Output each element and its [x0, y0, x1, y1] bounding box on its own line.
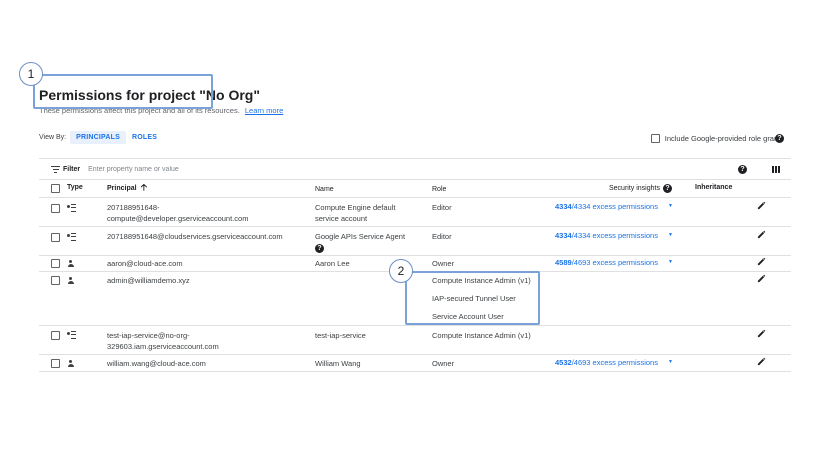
row-checkbox[interactable] — [51, 233, 60, 242]
table-row: 207188951648@cloudservices.gserviceaccou… — [39, 227, 791, 256]
principal-line: 329603.iam.gserviceaccount.com — [107, 342, 219, 351]
name-cell: William Wang — [315, 359, 361, 368]
principal-line: compute@developer.gserviceaccount.com — [107, 214, 249, 223]
name-cell: Compute Engine default service account — [315, 202, 395, 224]
filter-input[interactable] — [88, 165, 389, 173]
name-cell: Google APIs Service Agent ? — [315, 231, 405, 253]
insight-text: /4693 excess permissions — [571, 258, 658, 267]
insight-text: /4334 excess permissions — [571, 231, 658, 240]
column-header-role[interactable]: Role — [432, 184, 446, 195]
pencil-icon[interactable] — [757, 230, 766, 241]
service-account-icon — [67, 331, 76, 340]
insight-text: /4693 excess permissions — [571, 358, 658, 367]
row-checkbox[interactable] — [51, 331, 60, 340]
row-checkbox[interactable] — [51, 204, 60, 213]
security-insight-link[interactable]: 4532/4693 excess permissions — [555, 358, 658, 367]
principal-cell: test-iap-service@no-org- 329603.iam.gser… — [107, 330, 219, 352]
role-cell: Compute Instance Admin (v1) — [432, 331, 531, 340]
callout-number-2: 2 — [389, 259, 413, 283]
include-google-grants[interactable]: Include Google-provided role grants — [650, 134, 784, 143]
pencil-icon[interactable] — [757, 201, 766, 212]
table-row: test-iap-service@no-org- 329603.iam.gser… — [39, 326, 791, 355]
column-header-principal[interactable]: Principal 🡡 — [107, 182, 147, 194]
column-header-name[interactable]: Name — [315, 184, 334, 195]
person-icon — [67, 360, 74, 369]
insight-count: 4589 — [555, 258, 572, 267]
column-header-principal-label: Principal — [107, 185, 137, 192]
callout-box-2 — [405, 271, 540, 325]
include-google-grants-checkbox[interactable] — [650, 134, 660, 143]
column-header-type: Type — [67, 184, 83, 191]
name-cell: Aaron Lee — [315, 259, 350, 268]
learn-more-link[interactable]: Learn more — [245, 106, 283, 115]
principal-cell: aaron@cloud-ace.com — [107, 259, 183, 268]
filter-bar: Filter ? — [39, 158, 791, 180]
principal-cell: 207188951648@cloudservices.gserviceaccou… — [107, 232, 283, 241]
security-insight-link[interactable]: 4334/4334 excess permissions — [555, 202, 658, 211]
person-icon — [67, 260, 74, 269]
pencil-icon[interactable] — [757, 357, 766, 368]
insight-text: /4334 excess permissions — [571, 202, 658, 211]
principal-cell: 207188951648- compute@developer.gservice… — [107, 202, 248, 224]
role-cell: Owner — [432, 259, 455, 268]
filter-label: Filter — [63, 165, 81, 173]
arrow-up-icon: 🡡 — [140, 182, 148, 192]
security-insight-link[interactable]: 4334/4334 excess permissions — [555, 231, 658, 240]
help-icon[interactable]: ? — [662, 184, 672, 193]
name-cell: test-iap-service — [315, 331, 366, 340]
callout-box-1 — [33, 74, 213, 109]
principal-cell: william.wang@cloud-ace.com — [107, 359, 206, 368]
view-by-roles-button[interactable]: ROLES — [126, 131, 163, 144]
service-account-icon — [67, 233, 76, 242]
column-header-security-insights: Security insights? — [609, 184, 672, 193]
name-line: Compute Engine default — [315, 203, 396, 212]
table-row: aaron@cloud-ace.com Aaron Lee Owner 4589… — [39, 256, 791, 272]
insight-count: 4334 — [555, 231, 572, 240]
principal-line: test-iap-service@no-org- — [107, 331, 190, 340]
name-line: service account — [315, 214, 368, 223]
column-header-security-insights-label: Security insights — [609, 185, 660, 192]
column-header-inheritance: Inheritance — [695, 184, 733, 191]
insight-count: 4532 — [555, 358, 572, 367]
triangle-down-icon[interactable]: ▼ — [668, 203, 673, 209]
pencil-icon[interactable] — [757, 329, 766, 340]
view-by-toggle: View By: PRINCIPALS ROLES — [39, 130, 163, 144]
table-header: Type Principal 🡡 Name Role Security insig… — [39, 180, 791, 198]
include-google-grants-label: Include Google-provided role grants — [664, 134, 784, 143]
row-checkbox[interactable] — [51, 359, 60, 368]
table-row: william.wang@cloud-ace.com William Wang … — [39, 355, 791, 372]
principal-cell: admin@williamdemo.xyz — [107, 276, 190, 285]
insight-count: 4334 — [555, 202, 572, 211]
name-line: Google APIs Service Agent — [315, 232, 406, 241]
triangle-down-icon[interactable]: ▼ — [668, 232, 673, 238]
callout-number-1: 1 — [19, 62, 43, 86]
role-cell: Owner — [432, 359, 455, 368]
service-account-icon — [67, 204, 76, 213]
table-row: 207188951648- compute@developer.gservice… — [39, 198, 791, 227]
row-checkbox[interactable] — [51, 276, 60, 285]
help-icon[interactable]: ? — [315, 244, 324, 253]
filter-icon — [51, 165, 60, 173]
security-insight-link[interactable]: 4589/4693 excess permissions — [555, 258, 658, 267]
triangle-down-icon[interactable]: ▼ — [668, 259, 673, 265]
select-all-checkbox[interactable] — [51, 184, 60, 193]
person-icon — [67, 277, 74, 286]
view-by-principals-button[interactable]: PRINCIPALS — [70, 130, 126, 144]
role-cell: Editor — [432, 203, 452, 212]
role-cell: Editor — [432, 232, 452, 241]
column-display-icon[interactable] — [772, 166, 780, 173]
pencil-icon[interactable] — [757, 257, 766, 268]
help-icon[interactable]: ? — [738, 165, 747, 174]
help-icon[interactable]: ? — [775, 134, 784, 143]
row-checkbox[interactable] — [51, 259, 60, 268]
view-by-label: View By: — [39, 133, 67, 141]
principal-line: 207188951648- — [107, 203, 160, 212]
pencil-icon[interactable] — [757, 274, 766, 285]
triangle-down-icon[interactable]: ▼ — [668, 359, 673, 365]
